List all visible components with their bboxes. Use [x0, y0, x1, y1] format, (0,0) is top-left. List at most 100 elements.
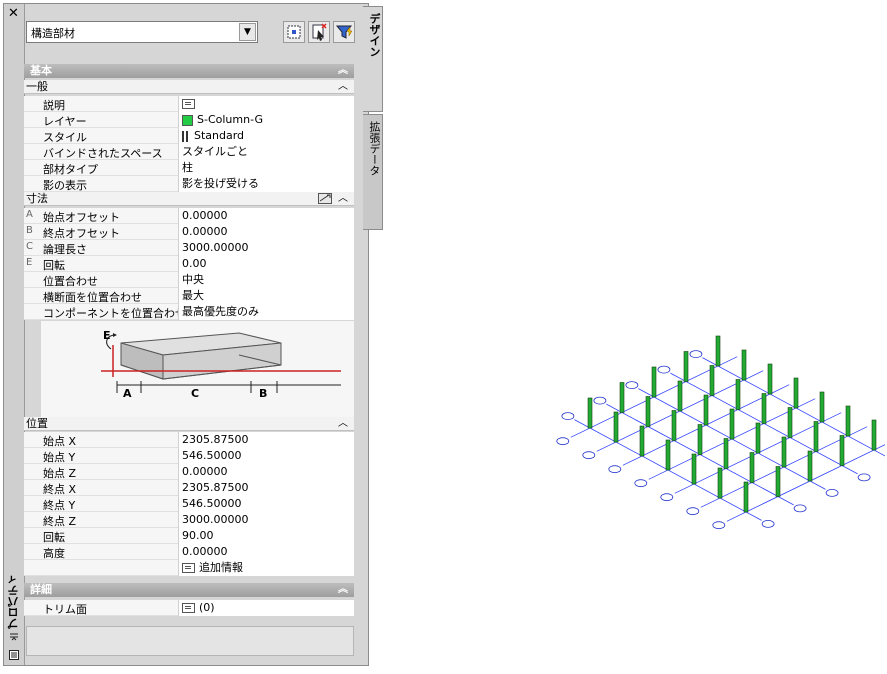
- collapse-icon[interactable]: ︽: [338, 64, 348, 78]
- property-row[interactable]: 回転 90.00: [24, 528, 354, 544]
- object-type-combo[interactable]: 構造部材 ▼: [26, 21, 258, 43]
- structural-column: [619, 382, 625, 413]
- chevron-down-icon[interactable]: ▼: [239, 23, 256, 41]
- property-value[interactable]: 90.00: [178, 528, 354, 544]
- property-row[interactable]: A 始点オフセット 0.00000: [24, 208, 354, 224]
- property-value-text: (0): [199, 601, 215, 614]
- structural-column: [715, 335, 721, 367]
- property-value[interactable]: スタイルごと: [178, 144, 354, 160]
- collapse-icon[interactable]: ︿: [338, 80, 348, 94]
- structural-column: [845, 405, 851, 437]
- property-row[interactable]: 始点 Y 546.50000: [24, 448, 354, 464]
- property-value[interactable]: 2305.87500: [178, 432, 354, 448]
- property-row[interactable]: 終点 Z 3000.00000: [24, 512, 354, 528]
- property-value[interactable]: 0.00000: [178, 544, 354, 560]
- property-value-text: 最大: [182, 289, 204, 302]
- property-value-text: スタイルごと: [182, 145, 248, 158]
- property-value-text: 0.00000: [182, 209, 228, 222]
- select-objects-button[interactable]: [283, 21, 305, 43]
- structural-column: [819, 391, 825, 423]
- palette-options-icon[interactable]: [9, 632, 19, 642]
- property-value[interactable]: 3000.00000: [178, 240, 354, 256]
- property-value-text: 0.00000: [182, 465, 228, 478]
- collapse-icon[interactable]: ︿: [338, 192, 348, 206]
- tab-design[interactable]: デザイン: [363, 6, 383, 112]
- property-value[interactable]: 546.50000: [178, 448, 354, 464]
- property-row[interactable]: コンポーネントを位置合わせ 最高優先度のみ: [24, 304, 354, 320]
- property-value[interactable]: 0.00000: [178, 224, 354, 240]
- property-value[interactable]: S-Column-G: [178, 112, 354, 128]
- property-row[interactable]: 終点 X 2305.87500: [24, 480, 354, 496]
- property-row[interactable]: スタイル Standard: [24, 128, 354, 144]
- property-row[interactable]: 影の表示 影を投げ受ける: [24, 176, 354, 192]
- structural-column: [807, 450, 813, 482]
- note-icon: [182, 603, 195, 613]
- property-value-text: 影を投げ受ける: [182, 177, 259, 190]
- tab-extended-data[interactable]: 拡張データ: [363, 114, 383, 230]
- structural-column: [793, 377, 799, 409]
- property-value[interactable]: 最高優先度のみ: [178, 304, 354, 320]
- property-label: 始点 Y: [43, 451, 76, 464]
- property-value[interactable]: 柱: [178, 160, 354, 176]
- property-value[interactable]: 546.50000: [178, 496, 354, 512]
- property-value[interactable]: 最大: [178, 288, 354, 304]
- palette-title-strip[interactable]: ✕ プロパティ: [4, 4, 25, 665]
- property-value-text: 3000.00000: [182, 513, 249, 526]
- property-value[interactable]: 影を投げ受ける: [178, 176, 354, 192]
- diagram-label-c: C: [191, 387, 199, 400]
- property-row[interactable]: B 終点オフセット 0.00000: [24, 224, 354, 240]
- property-value[interactable]: 3000.00000: [178, 512, 354, 528]
- property-row[interactable]: C 論理長さ 3000.00000: [24, 240, 354, 256]
- property-value-text: 中央: [182, 273, 204, 286]
- property-value[interactable]: 2305.87500: [178, 480, 354, 496]
- property-value[interactable]: 追加情報: [178, 560, 354, 576]
- property-value-text: 柱: [182, 161, 193, 174]
- collapse-icon[interactable]: ︿: [338, 417, 348, 431]
- property-value[interactable]: [178, 96, 354, 112]
- property-row[interactable]: トリム面 (0): [24, 600, 354, 616]
- property-value[interactable]: 0.00000: [178, 208, 354, 224]
- section-basic[interactable]: 基本 ︽: [24, 64, 354, 78]
- dimension-edit-icon[interactable]: [318, 193, 332, 208]
- palette-properties-icon[interactable]: [9, 650, 19, 660]
- property-value[interactable]: 中央: [178, 272, 354, 288]
- section-details[interactable]: 詳細 ︽: [24, 583, 354, 597]
- group-dimensions[interactable]: 寸法 ︿: [24, 192, 354, 206]
- property-row[interactable]: 部材タイプ 柱: [24, 160, 354, 176]
- style-icon: [182, 130, 188, 142]
- property-row[interactable]: 追加情報: [24, 560, 354, 576]
- close-icon[interactable]: ✕: [8, 7, 19, 20]
- grid-bubble: [857, 473, 871, 482]
- prop-key: E: [26, 257, 33, 268]
- property-row[interactable]: 始点 Z 0.00000: [24, 464, 354, 480]
- property-row[interactable]: 高度 0.00000: [24, 544, 354, 560]
- structural-column: [587, 397, 593, 429]
- group-location[interactable]: 位置 ︿: [24, 417, 354, 431]
- property-row[interactable]: レイヤー S-Column-G: [24, 112, 354, 128]
- quick-select-button[interactable]: [333, 21, 355, 43]
- group-general[interactable]: 一般 ︿: [24, 80, 354, 94]
- property-label: 位置合わせ: [43, 275, 98, 288]
- property-label: 始点 Z: [43, 467, 77, 480]
- property-row[interactable]: 横断面を位置合わせ 最大: [24, 288, 354, 304]
- grid-bubble: [582, 451, 596, 460]
- collapse-icon[interactable]: ︽: [338, 583, 348, 597]
- structural-column: [775, 466, 781, 497]
- structural-column: [761, 393, 767, 424]
- property-row[interactable]: 説明: [24, 96, 354, 112]
- property-row[interactable]: 終点 Y 546.50000: [24, 496, 354, 512]
- property-value[interactable]: 0.00: [178, 256, 354, 272]
- property-row[interactable]: 始点 X 2305.87500: [24, 432, 354, 448]
- property-label: コンポーネントを位置合わせ: [43, 307, 186, 320]
- property-value[interactable]: 0.00000: [178, 464, 354, 480]
- structural-column: [709, 365, 715, 396]
- pick-add-button[interactable]: [308, 21, 330, 43]
- property-value[interactable]: (0): [178, 600, 354, 616]
- property-row[interactable]: E 回転 0.00: [24, 256, 354, 272]
- grid-bubble: [793, 504, 807, 513]
- property-value[interactable]: Standard: [178, 128, 354, 144]
- property-row[interactable]: バインドされたスペース スタイルごと: [24, 144, 354, 160]
- grid-bubble: [625, 381, 639, 390]
- property-row[interactable]: 位置合わせ 中央: [24, 272, 354, 288]
- drawing-canvas[interactable]: [385, 0, 885, 672]
